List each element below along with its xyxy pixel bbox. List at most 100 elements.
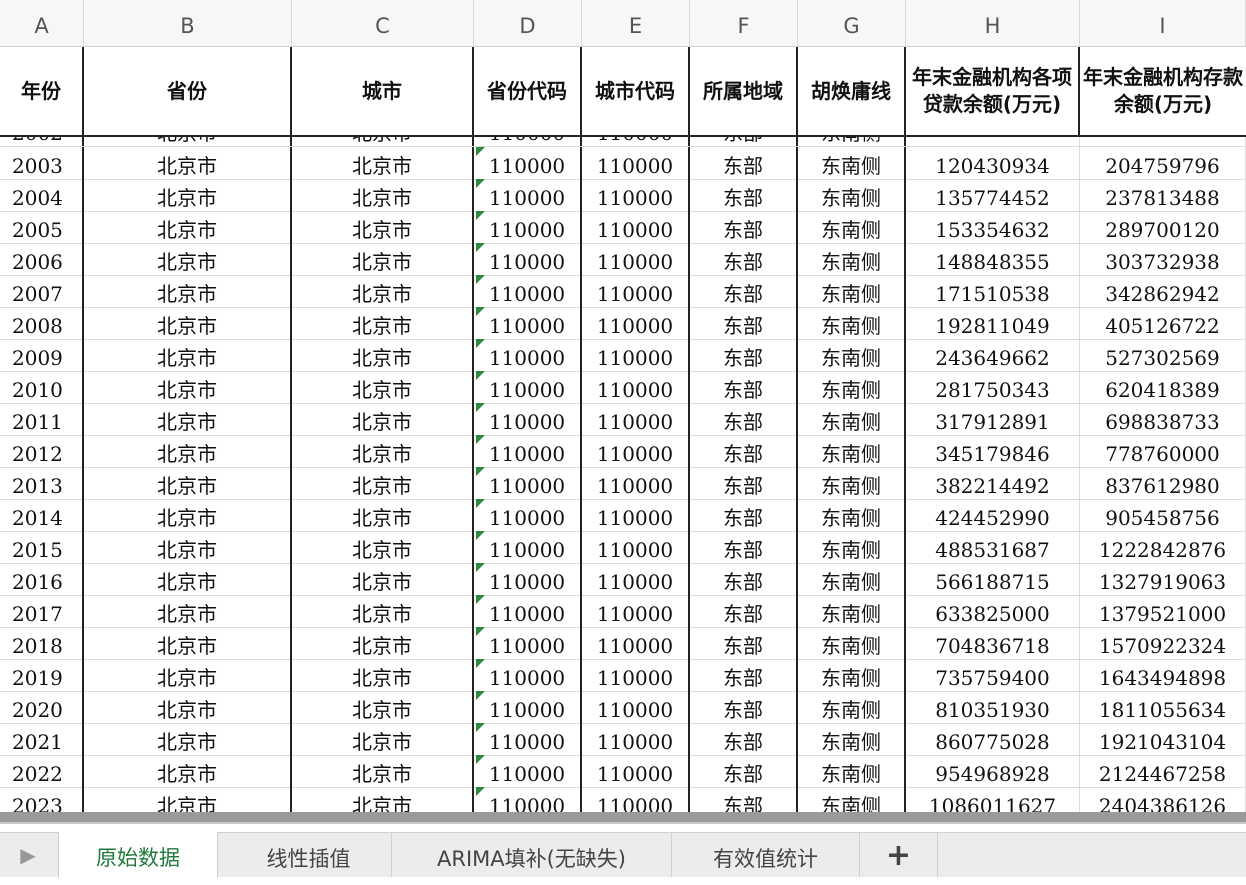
cell-region[interactable]: 东部 <box>690 179 798 211</box>
cell-city-code[interactable]: 110000 <box>582 563 690 595</box>
table-row[interactable]: 2017 北京市 北京市 110000 110000 东部 东南侧 633825000 1379… <box>0 595 1246 628</box>
cell-year[interactable]: 2016 <box>0 563 84 595</box>
table-row[interactable]: 2010 北京市 北京市 110000 110000 东部 东南侧 281750343 6204… <box>0 371 1246 404</box>
cell-province-code[interactable]: 110000 <box>474 531 582 563</box>
table-row[interactable]: 2009 北京市 北京市 110000 110000 东部 东南侧 243649662 5273… <box>0 339 1246 372</box>
cell-province[interactable]: 北京市 <box>84 691 292 723</box>
cell-region[interactable]: 东部 <box>690 467 798 499</box>
cell-city-code[interactable]: 110000 <box>582 595 690 627</box>
cell-year[interactable]: 2015 <box>0 531 84 563</box>
cell-loan-balance[interactable]: 281750343 <box>906 371 1080 403</box>
cell-city-code[interactable]: 110000 <box>582 403 690 435</box>
cell-region[interactable]: 东部 <box>690 211 798 243</box>
cell-year[interactable]: 2007 <box>0 275 84 307</box>
cell-province[interactable]: 北京市 <box>84 435 292 467</box>
column-letter-a[interactable]: A <box>0 0 84 46</box>
cell-hu-line[interactable]: 东南侧 <box>798 723 906 755</box>
table-row[interactable]: 2018 北京市 北京市 110000 110000 东部 东南侧 704836718 1570… <box>0 627 1246 660</box>
cell-loan-balance[interactable]: 566188715 <box>906 563 1080 595</box>
cell-province-code[interactable]: 110000 <box>474 755 582 787</box>
cell-city-code[interactable]: 110000 <box>582 211 690 243</box>
cell-province-code[interactable]: 110000 <box>474 595 582 627</box>
cell-loan-balance[interactable]: 317912891 <box>906 403 1080 435</box>
cell-region[interactable]: 东部 <box>690 275 798 307</box>
cell-year[interactable]: 2013 <box>0 467 84 499</box>
cell-province[interactable]: 北京市 <box>84 339 292 371</box>
cell-city[interactable]: 北京市 <box>292 137 474 146</box>
cell-loan-balance[interactable]: 704836718 <box>906 627 1080 659</box>
cell-loan-balance[interactable] <box>906 137 1080 146</box>
cell-hu-line[interactable]: 东南侧 <box>798 211 906 243</box>
cell-deposit-balance[interactable]: 778760000 <box>1080 435 1246 467</box>
cell-hu-line[interactable]: 东南侧 <box>798 595 906 627</box>
sheet-tab-2[interactable]: 线性插值 <box>226 833 392 877</box>
cell-year[interactable]: 2011 <box>0 403 84 435</box>
cell-province-code[interactable]: 110000 <box>474 371 582 403</box>
cell-city-code[interactable]: 110000 <box>582 627 690 659</box>
cell-city[interactable]: 北京市 <box>292 691 474 723</box>
cell-loan-balance[interactable]: 735759400 <box>906 659 1080 691</box>
cell-hu-line[interactable]: 东南侧 <box>798 755 906 787</box>
cell-deposit-balance[interactable]: 698838733 <box>1080 403 1246 435</box>
cell-deposit-balance[interactable]: 1643494898 <box>1080 659 1246 691</box>
header-cell-province-code[interactable]: 省份代码 <box>474 47 582 135</box>
cell-year[interactable]: 2003 <box>0 147 84 179</box>
cell-hu-line[interactable]: 东南侧 <box>798 243 906 275</box>
table-body[interactable]: 2002北京市北京市110000110000东部东南侧2003北京市北京市110… <box>0 137 1246 820</box>
cell-city-code[interactable]: 110000 <box>582 723 690 755</box>
cell-city-code[interactable]: 110000 <box>582 467 690 499</box>
cell-year[interactable]: 2012 <box>0 435 84 467</box>
cell-province-code[interactable]: 110000 <box>474 147 582 179</box>
cell-province[interactable]: 北京市 <box>84 755 292 787</box>
sheet-tab-4[interactable]: 有效值统计 <box>672 833 860 877</box>
cell-city[interactable]: 北京市 <box>292 435 474 467</box>
cell-hu-line[interactable]: 东南侧 <box>798 627 906 659</box>
cell-province-code[interactable]: 110000 <box>474 137 582 146</box>
cell-region[interactable]: 东部 <box>690 403 798 435</box>
table-row[interactable]: 2015 北京市 北京市 110000 110000 东部 东南侧 488531687 1222… <box>0 531 1246 564</box>
table-row[interactable]: 2008 北京市 北京市 110000 110000 东部 东南侧 192811049 4051… <box>0 307 1246 340</box>
cell-deposit-balance[interactable]: 405126722 <box>1080 307 1246 339</box>
table-row[interactable]: 2022 北京市 北京市 110000 110000 东部 东南侧 954968928 2124… <box>0 755 1246 788</box>
cell-city-code[interactable]: 110000 <box>582 137 690 146</box>
cell-city-code[interactable]: 110000 <box>582 659 690 691</box>
cell-hu-line[interactable]: 东南侧 <box>798 435 906 467</box>
cell-city-code[interactable]: 110000 <box>582 275 690 307</box>
cell-deposit-balance[interactable]: 1379521000 <box>1080 595 1246 627</box>
cell-region[interactable]: 东部 <box>690 595 798 627</box>
cell-hu-line[interactable]: 东南侧 <box>798 179 906 211</box>
cell-hu-line[interactable]: 东南侧 <box>798 531 906 563</box>
cell-province[interactable]: 北京市 <box>84 723 292 755</box>
cell-province[interactable]: 北京市 <box>84 499 292 531</box>
cell-city[interactable]: 北京市 <box>292 595 474 627</box>
cell-year[interactable]: 2014 <box>0 499 84 531</box>
cell-year[interactable]: 2019 <box>0 659 84 691</box>
cell-city-code[interactable]: 110000 <box>582 243 690 275</box>
cell-hu-line[interactable]: 东南侧 <box>798 137 906 146</box>
cell-loan-balance[interactable]: 633825000 <box>906 595 1080 627</box>
cell-year[interactable]: 2002 <box>0 137 84 146</box>
freeze-pane-splitter[interactable] <box>0 812 1246 822</box>
cell-loan-balance[interactable]: 135774452 <box>906 179 1080 211</box>
cell-region[interactable]: 东部 <box>690 137 798 146</box>
cell-deposit-balance[interactable] <box>1080 137 1246 146</box>
cell-city[interactable]: 北京市 <box>292 403 474 435</box>
cell-loan-balance[interactable]: 120430934 <box>906 147 1080 179</box>
table-row[interactable]: 2003 北京市 北京市 110000 110000 东部 东南侧 120430934 2047… <box>0 147 1246 180</box>
cell-city[interactable]: 北京市 <box>292 243 474 275</box>
cell-region[interactable]: 东部 <box>690 371 798 403</box>
cell-city[interactable]: 北京市 <box>292 531 474 563</box>
column-letter-e[interactable]: E <box>582 0 690 46</box>
cell-loan-balance[interactable]: 810351930 <box>906 691 1080 723</box>
cell-region[interactable]: 东部 <box>690 307 798 339</box>
cell-province-code[interactable]: 110000 <box>474 723 582 755</box>
cell-loan-balance[interactable]: 243649662 <box>906 339 1080 371</box>
table-row[interactable]: 2020 北京市 北京市 110000 110000 东部 东南侧 810351930 1811… <box>0 691 1246 724</box>
cell-hu-line[interactable]: 东南侧 <box>798 307 906 339</box>
cell-loan-balance[interactable]: 148848355 <box>906 243 1080 275</box>
cell-province-code[interactable]: 110000 <box>474 691 582 723</box>
cell-loan-balance[interactable]: 860775028 <box>906 723 1080 755</box>
cell-city[interactable]: 北京市 <box>292 371 474 403</box>
table-row[interactable]: 2006 北京市 北京市 110000 110000 东部 东南侧 148848355 3037… <box>0 243 1246 276</box>
table-row[interactable]: 2012 北京市 北京市 110000 110000 东部 东南侧 345179846 7787… <box>0 435 1246 468</box>
